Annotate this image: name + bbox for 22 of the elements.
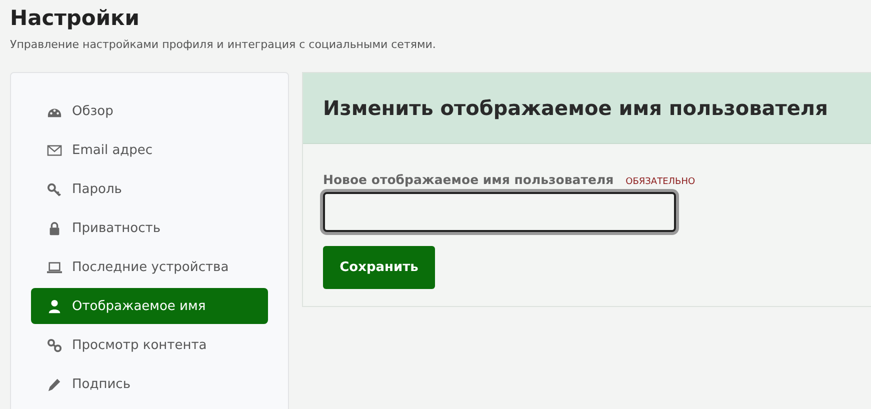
lock-icon xyxy=(47,220,62,236)
sidebar-item[interactable]: Обзор xyxy=(31,93,268,129)
page-title: Настройки xyxy=(10,5,141,32)
sidebar-item[interactable]: Отображаемое имя xyxy=(31,288,268,324)
user-icon xyxy=(47,298,62,314)
pencil-icon xyxy=(47,376,62,392)
sidebar-item[interactable]: Подпись xyxy=(31,366,268,402)
required-label: ОБЯЗАТЕЛЬНО xyxy=(626,177,696,187)
mail-icon xyxy=(47,142,62,158)
link-icon xyxy=(47,338,62,352)
sidebar-item[interactable]: Пароль xyxy=(31,171,268,207)
laptop-icon xyxy=(47,260,62,274)
key-icon xyxy=(47,182,62,196)
sidebar-item[interactable]: Просмотр контента xyxy=(31,327,268,363)
sidebar-item[interactable]: Приватность xyxy=(31,210,268,246)
sidebar-item[interactable]: Email адрес xyxy=(31,132,268,168)
save-button[interactable]: Сохранить xyxy=(323,246,435,289)
field-label: Новое отображаемое имя пользователя xyxy=(323,172,614,187)
sidebar-item[interactable]: Последние устройства xyxy=(31,249,268,285)
page-subtitle: Управление настройками профиля и интеграция с социальными сетями. xyxy=(10,38,437,52)
panel-title: Изменить отображаемое имя пользователя xyxy=(323,96,828,120)
input-field[interactable] xyxy=(323,192,676,232)
